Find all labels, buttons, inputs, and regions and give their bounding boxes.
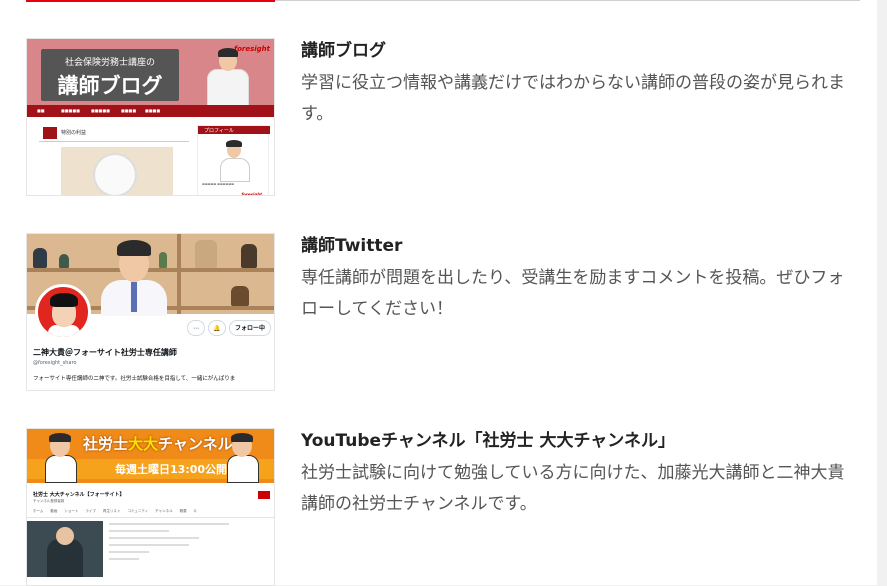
youtube-featured-video[interactable] [27, 521, 103, 577]
twitter-handle: @foresight_sharo [33, 360, 77, 366]
twitter-avatar[interactable] [35, 284, 91, 340]
profile-label: プロフィール [204, 128, 234, 134]
divider [39, 141, 189, 142]
item-description: 社労士試験に向けて勉強している方に向けた、加藤光大講師と二神大貴講師の社労士チャ… [301, 463, 845, 514]
content-panel: 社会保険労務士講座の 講師ブログ foresight ■■ ■■■■■ ■■■■■ ■… [0, 0, 877, 586]
item-description: 学習に役立つ情報や講義だけではわからない講師の普段の姿が見られます。 [301, 73, 845, 124]
youtube-subscriber-count: チャンネル登録者数 [33, 499, 65, 503]
youtube-channel-name: 社労士 大大チャンネル【フォーサイト】 [33, 492, 125, 498]
item-title[interactable]: 講師ブログ [301, 38, 860, 64]
youtube-tabs: ホーム 動画 ショート ライブ 再生リスト コミュニティ チャンネル 概要 Q [33, 509, 197, 513]
twitter-bio: フォーサイト専任講師の二神です。社労士試験合格を目指して、一緒にがんばりま [33, 376, 236, 382]
youtube-thumbnail[interactable]: 社労士大大チャンネル 毎週土曜日13:00公開 社労士 大大チャンネル【フォーサ… [26, 428, 275, 586]
youtube-banner: 社労士大大チャンネル 毎週土曜日13:00公開 [27, 429, 274, 483]
more-options-icon[interactable]: ⋯ [187, 320, 205, 336]
brand-logo-small: foresight [241, 192, 262, 196]
section-rule-accent [26, 0, 275, 2]
item-title[interactable]: YouTubeチャンネル「社労士 大大チャンネル」 [301, 428, 860, 454]
blog-banner-title: 講師ブログ [57, 73, 163, 98]
blog-banner-plate: 社会保険労務士講座の 講師ブログ [41, 49, 179, 101]
twitter-thumbnail[interactable]: ⋯ 🔔 フォロー中 二神大貴＠フォーサイト社労士専任講師 @foresight_… [26, 233, 275, 391]
post-date-badge [43, 127, 57, 139]
profile-caption-lines: ▬▬▬▬▬ ▬▬▬▬▬▬ [202, 182, 235, 186]
twitter-display-name: 二神大貴＠フォーサイト社労士専任講師 [33, 348, 177, 357]
brand-logo: foresight [234, 45, 270, 53]
blog-thumbnail[interactable]: 社会保険労務士講座の 講師ブログ foresight ■■ ■■■■■ ■■■■■ ■… [26, 38, 275, 196]
list-item-twitter: ⋯ 🔔 フォロー中 二神大貴＠フォーサイト社労士専任講師 @foresight_… [26, 233, 860, 391]
video-description-lines [109, 523, 269, 565]
blog-post-preview: 特別の利益 [39, 125, 191, 195]
blog-banner-subtitle: 社会保険労務士講座の [64, 58, 155, 68]
divider [27, 517, 274, 518]
page-scrollbar[interactable] [877, 0, 887, 585]
item-title[interactable]: 講師Twitter [301, 233, 860, 259]
blog-nav-bar: ■■ ■■■■■ ■■■■■ ■■■■ ■■■■ [27, 105, 274, 117]
follow-button[interactable]: フォロー中 [229, 320, 271, 336]
clock-icon [95, 155, 135, 195]
list-item-youtube: 社労士大大チャンネル 毎週土曜日13:00公開 社労士 大大チャンネル【フォーサ… [26, 428, 860, 586]
subscribe-button[interactable] [258, 491, 270, 499]
item-description: 専任講師が問題を出したり、受講生を励ますコメントを投稿。ぜひフォローしてください… [301, 268, 845, 319]
bell-icon[interactable]: 🔔 [208, 320, 226, 336]
post-title: 特別の利益 [61, 130, 87, 136]
blog-sidebar-profile: プロフィール ▬▬▬▬▬ ▬▬▬▬▬▬ foresight [197, 125, 270, 196]
list-item-blog: 社会保険労務士講座の 講師ブログ foresight ■■ ■■■■■ ■■■■■ ■… [26, 38, 860, 198]
blog-banner: 社会保険労務士講座の 講師ブログ foresight [27, 39, 274, 107]
section-rule [275, 0, 860, 1]
youtube-schedule: 毎週土曜日13:00公開 [115, 463, 228, 476]
youtube-banner-title: 社労士大大チャンネル [83, 435, 233, 453]
